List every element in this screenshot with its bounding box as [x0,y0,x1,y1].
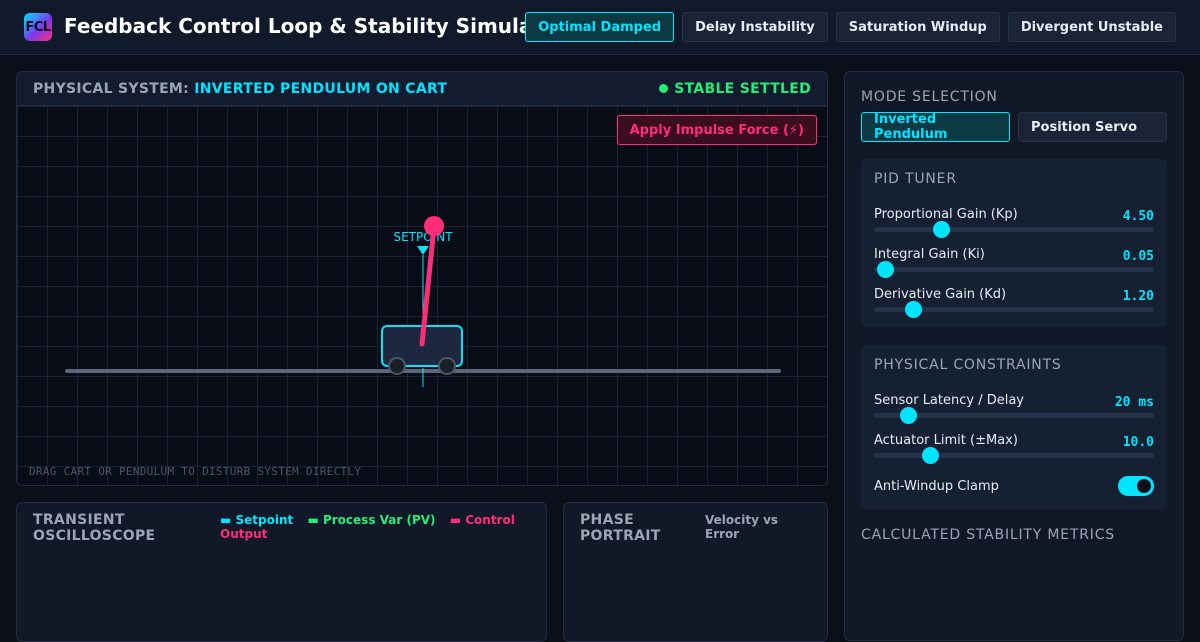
cart-wheel-left [388,357,406,375]
stability-metrics-title: CALCULATED STABILITY METRICS [861,527,1115,543]
kp-slider-track[interactable] [874,221,1154,238]
kp-label: Proportional Gain (Kp) [874,207,1018,222]
status-dot-icon [659,84,669,93]
phase-portrait-title: PHASE PORTRAIT [580,512,661,544]
physical-constraints-title: PHYSICAL CONSTRAINTS [874,357,1062,373]
anti-windup-toggle[interactable] [1118,476,1154,496]
phase-portrait-panel: PHASE PORTRAIT Velocity vs Error [563,502,828,642]
simulation-system-name: INVERTED PENDULUM ON CART [194,80,448,97]
setpoint-marker-icon [417,246,429,255]
mode-inverted-pendulum-button[interactable]: Inverted Pendulum [861,112,1010,142]
actuator-limit-slider-thumb[interactable] [922,447,939,464]
kp-value: 4.50 [1122,209,1154,224]
apply-impulse-button[interactable]: Apply Impulse Force (⚡) [616,115,817,145]
actuator-limit-label: Actuator Limit (±Max) [874,433,1018,448]
anti-windup-label: Anti-Windup Clamp [874,479,999,494]
simulation-panel: PHYSICAL SYSTEM: INVERTED PENDULUM ON CA… [16,71,828,486]
oscilloscope-title: TRANSIENT OSCILLOSCOPE [33,512,156,544]
mode-selection-title: MODE SELECTION [861,89,998,105]
setpoint-label: SETPOINT [393,230,453,244]
preset-buttons: Optimal Damped Delay Instability Saturat… [525,12,1176,42]
pendulum-bob[interactable] [424,216,444,236]
pid-tuner-title: PID TUNER [874,171,957,187]
app-logo: FCL [24,13,52,41]
ki-slider-thumb[interactable] [877,261,895,278]
simulation-header: PHYSICAL SYSTEM: INVERTED PENDULUM ON CA… [17,72,827,106]
oscilloscope-panel: TRANSIENT OSCILLOSCOPE ▬ Setpoint ▬ Proc… [16,502,547,642]
app-title: Feedback Control Loop & Stability Simula… [64,14,566,38]
ki-value: 0.05 [1122,249,1154,264]
ki-slider-track[interactable] [874,261,1154,278]
latency-slider-thumb[interactable] [899,407,917,424]
physical-constraints-card: PHYSICAL CONSTRAINTS Sensor Latency / De… [861,345,1167,509]
latency-value: 20 ms [1114,395,1154,410]
latency-slider-track[interactable] [874,407,1154,424]
preset-saturation-windup-button[interactable]: Saturation Windup [835,12,1000,42]
actuator-limit-slider-track[interactable] [874,447,1154,464]
legend-setpoint: ▬ Setpoint [220,513,294,527]
drag-hint: DRAG CART OR PENDULUM TO DISTURB SYSTEM … [29,465,362,478]
control-sidebar: MODE SELECTION Inverted Pendulum Positio… [844,71,1184,641]
phase-portrait-subtitle: Velocity vs Error [705,513,779,541]
preset-optimal-damped-button[interactable]: Optimal Damped [525,12,675,42]
simulation-title-prefix: PHYSICAL SYSTEM: [33,80,190,97]
anti-windup-toggle-knob [1137,479,1151,493]
simulation-scene: SETPOINT [65,216,781,387]
kp-slider-thumb[interactable] [933,221,951,238]
mode-selector: Inverted Pendulum Position Servo [861,112,1167,142]
preset-delay-instability-button[interactable]: Delay Instability [682,12,828,42]
preset-divergent-unstable-button[interactable]: Divergent Unstable [1007,12,1176,42]
kd-slider-track[interactable] [874,301,1154,318]
legend-process-var: ▬ Process Var (PV) [307,513,436,527]
latency-label: Sensor Latency / Delay [874,393,1025,408]
actuator-limit-value: 10.0 [1122,435,1154,450]
kd-slider-thumb[interactable] [905,301,923,318]
top-bar: FCL Feedback Control Loop & Stability Si… [0,0,1200,55]
ki-label: Integral Gain (Ki) [874,247,985,262]
simulation-canvas[interactable]: SETPOINT Apply Impulse Force (⚡) DRAG CA… [17,106,827,485]
cart-wheel-right [438,357,456,375]
kd-label: Derivative Gain (Kd) [874,287,1007,302]
oscilloscope-legend: ▬ Setpoint ▬ Process Var (PV) ▬ Control … [220,513,540,541]
simulation-title: PHYSICAL SYSTEM: INVERTED PENDULUM ON CA… [33,81,447,97]
status-text: STABLE SETTLED [674,80,811,97]
kd-value: 1.20 [1122,289,1154,304]
pid-tuner-card: PID TUNER Proportional Gain (Kp) 4.50 In… [861,159,1167,327]
mode-position-servo-button[interactable]: Position Servo [1018,112,1167,142]
status-badge: STABLE SETTLED [659,81,811,97]
